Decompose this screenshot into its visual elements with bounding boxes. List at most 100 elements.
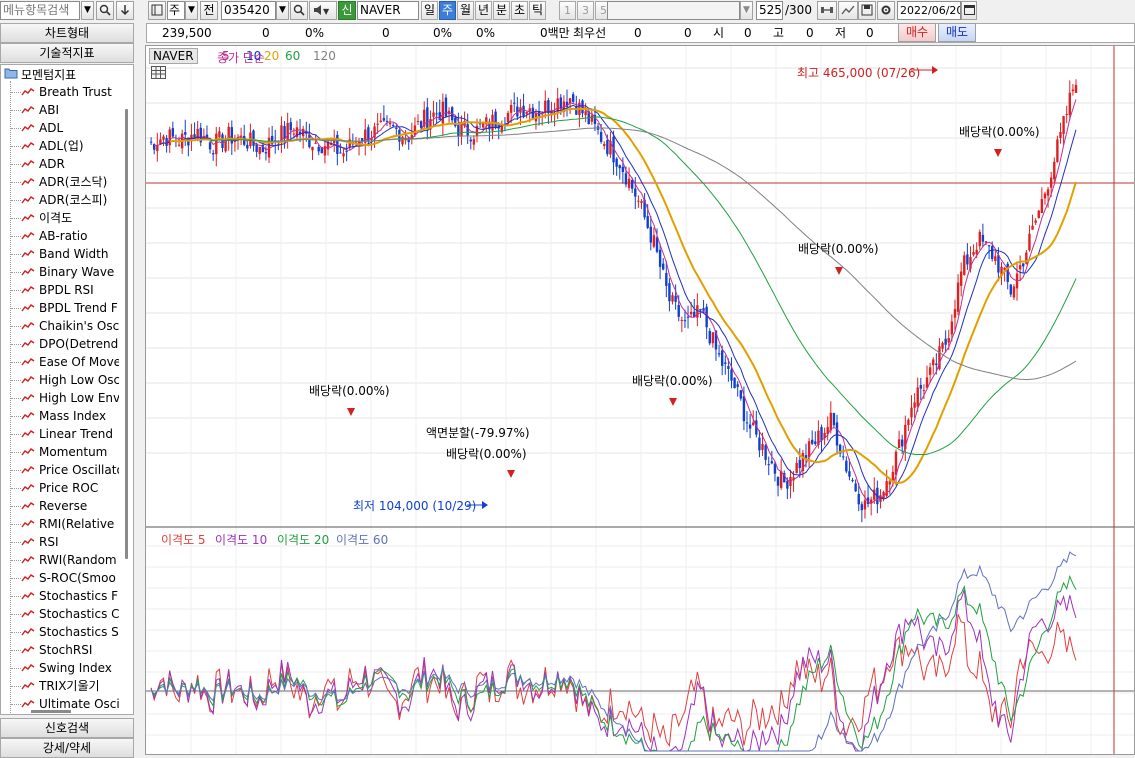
candle-body (935, 363, 938, 366)
candle-body (618, 165, 621, 169)
indicator-item[interactable]: Swing Index (21, 659, 119, 677)
candle-body (829, 412, 833, 431)
line-chart-icon (21, 520, 35, 528)
indicator-label: AB-ratio (39, 229, 88, 243)
calendar-icon[interactable] (961, 1, 977, 20)
indicator-item[interactable]: Band Width (21, 245, 119, 263)
prev-button[interactable]: 전 (200, 1, 218, 20)
chart-type-tab[interactable]: 차트형태 (0, 23, 134, 43)
tree-group-momentum[interactable]: 모멘텀지표 (21, 66, 76, 83)
candle-body (745, 422, 749, 424)
chart-toggle-icon[interactable] (148, 1, 166, 20)
indicator-label: Chaikin's Osc (39, 319, 119, 333)
indicator-item[interactable]: StochRSI (21, 641, 119, 659)
dividend-annotation-3: 배당락(0.00%) (632, 374, 713, 388)
date-input[interactable]: 2022/06/20 (897, 1, 961, 20)
candle-body (807, 441, 811, 458)
period-tab-3[interactable]: 년 (475, 1, 492, 20)
candle-body (339, 152, 342, 154)
tick-dropdown-button[interactable]: ▼ (740, 1, 753, 20)
indicator-item[interactable]: Stochastics S (21, 623, 119, 641)
indicator-item[interactable]: Price Oscillato (21, 461, 119, 479)
indicator-item[interactable]: RMI(Relative I (21, 515, 119, 533)
search-icon[interactable] (96, 1, 114, 20)
buy-button[interactable]: 매수 (898, 23, 936, 42)
indicator-item[interactable]: RWI(Random (21, 551, 119, 569)
menu-dropdown-button[interactable]: ▼ (81, 1, 94, 20)
indicator-item[interactable]: BPDL RSI (21, 281, 119, 299)
tick-field[interactable] (607, 1, 740, 20)
mode-dropdown-button[interactable]: ▼ (185, 1, 198, 20)
candle-body (984, 241, 988, 243)
count-input[interactable]: 525 (756, 1, 783, 20)
indicator-item[interactable]: 이격도 (21, 209, 119, 227)
sound-icon[interactable]: ▼ (309, 1, 337, 20)
expand-icon[interactable] (817, 1, 837, 20)
period-tab-1[interactable]: 주 (439, 1, 456, 20)
sell-button[interactable]: 매도 (938, 23, 976, 42)
indicator-item[interactable]: Price ROC (21, 479, 119, 497)
indicator-item[interactable]: AB-ratio (21, 227, 119, 245)
save-icon[interactable] (858, 1, 876, 20)
interval-tab-1[interactable]: 3 (577, 1, 594, 20)
candle-body (724, 362, 727, 364)
interval-tab-0[interactable]: 1 (559, 1, 576, 20)
indicator-item[interactable]: High Low Osc (21, 371, 119, 389)
candle-body (900, 439, 904, 447)
indicator-item[interactable]: Binary Wave M (21, 263, 119, 281)
indicator-item[interactable]: S-ROC(Smoo (21, 569, 119, 587)
search-icon[interactable] (290, 1, 308, 20)
chart-area[interactable]: NAVER 종가 단순 5 10 20 60 120 최고 465,000 (07/26… (145, 45, 1135, 755)
trend-line-icon[interactable] (838, 1, 858, 20)
mode-select[interactable]: 주 (167, 1, 185, 20)
indicator-item[interactable]: Chaikin's Osc (21, 317, 119, 335)
credit-badge[interactable]: 신 (338, 1, 356, 20)
indicator-item[interactable]: ADL (21, 119, 119, 137)
indicator-item[interactable]: Ease Of Move (21, 353, 119, 371)
code-dropdown-button[interactable]: ▼ (276, 1, 289, 20)
indicator-item[interactable]: Momentum (21, 443, 119, 461)
current-price: 239,500 (162, 26, 212, 40)
indicator-item[interactable]: DPO(Detrende (21, 335, 119, 353)
indicator-item[interactable]: TRIX기울기 (21, 677, 119, 695)
indicator-item[interactable]: Stochastics F (21, 587, 119, 605)
indicator-item[interactable]: High Low Env (21, 389, 119, 407)
indicator-item[interactable]: BPDL Trend F (21, 299, 119, 317)
grid-toggle-icon[interactable] (151, 66, 166, 79)
indicator-item[interactable]: Reverse (21, 497, 119, 515)
period-tab-0[interactable]: 일 (421, 1, 438, 20)
candle-body (215, 133, 218, 155)
candle-body (184, 132, 187, 135)
gear-icon[interactable] (877, 1, 895, 20)
indicator-item[interactable]: ADR (21, 155, 119, 173)
candle-body (947, 338, 950, 343)
indicator-item[interactable]: Linear Trend (21, 425, 119, 443)
download-icon[interactable] (116, 1, 134, 20)
candle-body (953, 309, 957, 318)
indicator-item[interactable]: ADL(업) (21, 137, 119, 155)
period-tab-4[interactable]: 분 (493, 1, 510, 20)
period-tab-5[interactable]: 초 (511, 1, 528, 20)
indicator-item[interactable]: Breath Trust (21, 83, 119, 101)
technical-indicator-tab[interactable]: 기술적지표 (0, 43, 134, 63)
period-tab-2[interactable]: 월 (457, 1, 474, 20)
tree-scrollbar[interactable] (125, 109, 128, 559)
menu-search-input[interactable]: 메뉴항목검색 (0, 1, 80, 20)
indicator-item[interactable]: ABI (21, 101, 119, 119)
candle-body (928, 367, 932, 375)
indicator-item[interactable]: RSI (21, 533, 119, 551)
stock-name-field[interactable]: NAVER (357, 1, 419, 20)
chart-canvas[interactable] (146, 46, 1134, 754)
indicator-item[interactable]: ADR(코스피) (21, 191, 119, 209)
indicator-item[interactable]: Stochastics C (21, 605, 119, 623)
indicator-item[interactable]: Mass Index (21, 407, 119, 425)
signal-search-tab[interactable]: 신호검색 (0, 718, 134, 738)
candle-body (773, 463, 777, 474)
strength-weakness-tab[interactable]: 강세/약세 (0, 738, 134, 758)
indicator-item[interactable]: ADR(코스닥) (21, 173, 119, 191)
stock-code-input[interactable]: 035420 (221, 1, 276, 20)
period-tab-6[interactable]: 틱 (529, 1, 546, 20)
tree-hscrollbar[interactable] (31, 710, 71, 713)
line-chart-icon (21, 322, 35, 330)
candle-body (376, 123, 379, 125)
